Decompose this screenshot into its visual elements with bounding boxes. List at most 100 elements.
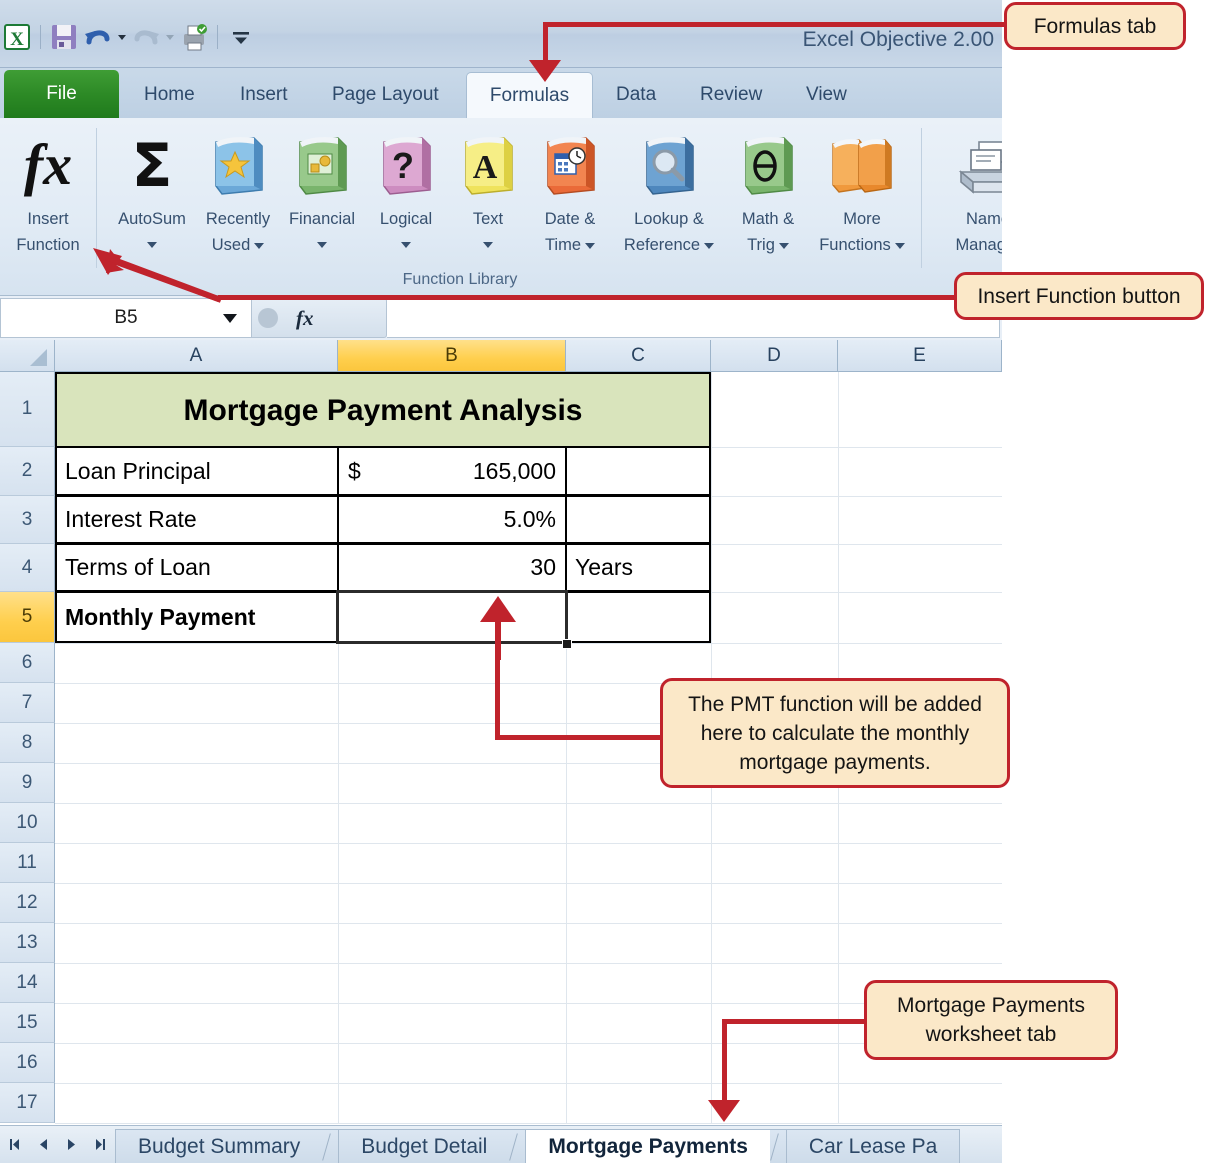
name-manager-button[interactable]: Name Manager [928,126,1002,258]
arrow-head-formulas-tab [529,60,561,82]
row-header-10[interactable]: 10 [0,803,55,843]
print-preview-icon[interactable] [177,20,211,54]
tab-home[interactable]: Home [128,72,211,118]
select-all-corner[interactable] [0,340,55,372]
tab-view[interactable]: View [790,72,863,118]
qat-divider [40,25,41,49]
recently-used-button[interactable]: Recently Used [190,126,286,258]
cell-A2[interactable]: Loan Principal [55,446,339,496]
sigma-icon: Σ [117,126,187,206]
financial-dropdown-icon[interactable] [317,232,327,258]
sheet-tab-car-lease-payments[interactable]: Car Lease Pa [785,1129,961,1163]
save-icon[interactable] [47,20,81,54]
row-header-13[interactable]: 13 [0,923,55,963]
name-box[interactable]: B5 [0,298,252,338]
row-header-1[interactable]: 1 [0,372,55,447]
row-header-9[interactable]: 9 [0,763,55,803]
row-header-12[interactable]: 12 [0,883,55,923]
arrow-line-pmt-h [495,735,665,740]
fx-icon: fx [10,126,86,206]
undo-icon[interactable] [81,20,115,54]
row-header-16[interactable]: 16 [0,1043,55,1083]
tab-data[interactable]: Data [600,72,672,118]
cell-B4[interactable]: 30 [337,543,567,592]
first-sheet-icon[interactable] [6,1136,23,1153]
financial-label: Financial [288,210,356,228]
sheet-tab-bar: Budget Summary Budget Detail Mortgage Pa… [0,1125,1002,1163]
lookup-reference-button[interactable]: Lookup & Reference [612,126,726,258]
svg-text:fx: fx [24,132,72,197]
column-header-d[interactable]: D [711,340,838,372]
insert-function-fx-icon[interactable]: fx [296,306,314,331]
more-functions-dropdown-icon[interactable] [894,242,905,249]
lookup-reference-dropdown-icon[interactable] [704,242,715,249]
callout-pmt-note: The PMT function will be added here to c… [660,678,1010,788]
row-header-3[interactable]: 3 [0,496,55,544]
cell-A1-title[interactable]: Mortgage Payment Analysis [55,372,711,448]
financial-button[interactable]: Financial [274,126,370,258]
sheet-tab-budget-summary[interactable]: Budget Summary [115,1129,324,1163]
insert-function-button[interactable]: fx Insert Function [0,126,96,258]
math-trig-button[interactable]: Math & Trig [720,126,816,258]
autosum-button[interactable]: Σ AutoSum [104,126,200,258]
row-header-7[interactable]: 7 [0,683,55,723]
cell-C4[interactable]: Years [565,543,711,592]
row-header-15[interactable]: 15 [0,1003,55,1043]
row-header-2[interactable]: 2 [0,447,55,496]
undo-dropdown-icon[interactable] [115,20,129,54]
column-header-a[interactable]: A [55,340,338,372]
date-time-dropdown-icon[interactable] [585,242,596,249]
active-cell-selection-B5[interactable] [336,590,568,644]
row-header-14[interactable]: 14 [0,963,55,1003]
next-sheet-icon[interactable] [64,1136,79,1153]
window-title: Excel Objective 2.00 [802,28,994,51]
cell-A5[interactable]: Monthly Payment [55,591,339,643]
svg-text:A: A [473,149,498,186]
logical-label: Logical [379,210,433,228]
sheet-tab-slant-1 [322,1129,339,1163]
cell-B3[interactable]: 5.0% [337,495,567,544]
prev-sheet-icon[interactable] [36,1136,51,1153]
math-trig-dropdown-icon[interactable] [778,242,789,249]
cell-C3[interactable] [565,495,711,544]
svg-text:X: X [10,29,24,50]
customize-qat-icon[interactable] [224,20,258,54]
arrow-line-pmt-v [495,655,500,740]
tab-file[interactable]: File [4,70,119,118]
column-header-e[interactable]: E [838,340,1002,372]
tab-insert[interactable]: Insert [224,72,304,118]
tab-review[interactable]: Review [684,72,778,118]
insert-function-label-1: Insert [27,210,69,228]
sheet-tab-mortgage-payments[interactable]: Mortgage Payments [525,1129,771,1163]
cell-C5[interactable] [565,591,711,643]
row-header-4[interactable]: 4 [0,544,55,592]
row-header-5[interactable]: 5 [0,592,55,643]
column-header-c[interactable]: C [566,340,711,372]
row-header-11[interactable]: 11 [0,843,55,883]
tab-page-layout[interactable]: Page Layout [316,72,455,118]
green-book-money-icon [284,126,360,206]
sheet-tab-slant-3 [769,1129,786,1163]
formula-input[interactable] [387,298,1000,338]
more-functions-button[interactable]: More Functions [806,126,918,258]
fill-handle[interactable] [562,639,572,649]
cell-B2-currency-symbol: $ [348,457,361,484]
last-sheet-icon[interactable] [92,1136,109,1153]
row-header-6[interactable]: 6 [0,643,55,683]
cell-A4[interactable]: Terms of Loan [55,543,339,592]
cell-A3[interactable]: Interest Rate [55,495,339,544]
cancel-enter-icon[interactable] [258,308,278,328]
name-box-dropdown-icon[interactable] [223,314,237,323]
row-header-17[interactable]: 17 [0,1083,55,1123]
text-dropdown-icon[interactable] [483,232,493,258]
logical-dropdown-icon[interactable] [401,232,411,258]
sheet-tab-budget-detail[interactable]: Budget Detail [338,1129,511,1163]
cell-C2[interactable] [565,446,711,496]
row-header-8[interactable]: 8 [0,723,55,763]
cell-B2[interactable]: $ 165,000 [337,446,567,496]
svg-text:Σ: Σ [132,131,173,201]
arrow-head-worksheet-tab [708,1100,740,1122]
recently-used-dropdown-icon[interactable] [254,242,265,249]
date-time-button[interactable]: Date & Time [522,126,618,258]
column-header-b[interactable]: B [338,340,566,372]
